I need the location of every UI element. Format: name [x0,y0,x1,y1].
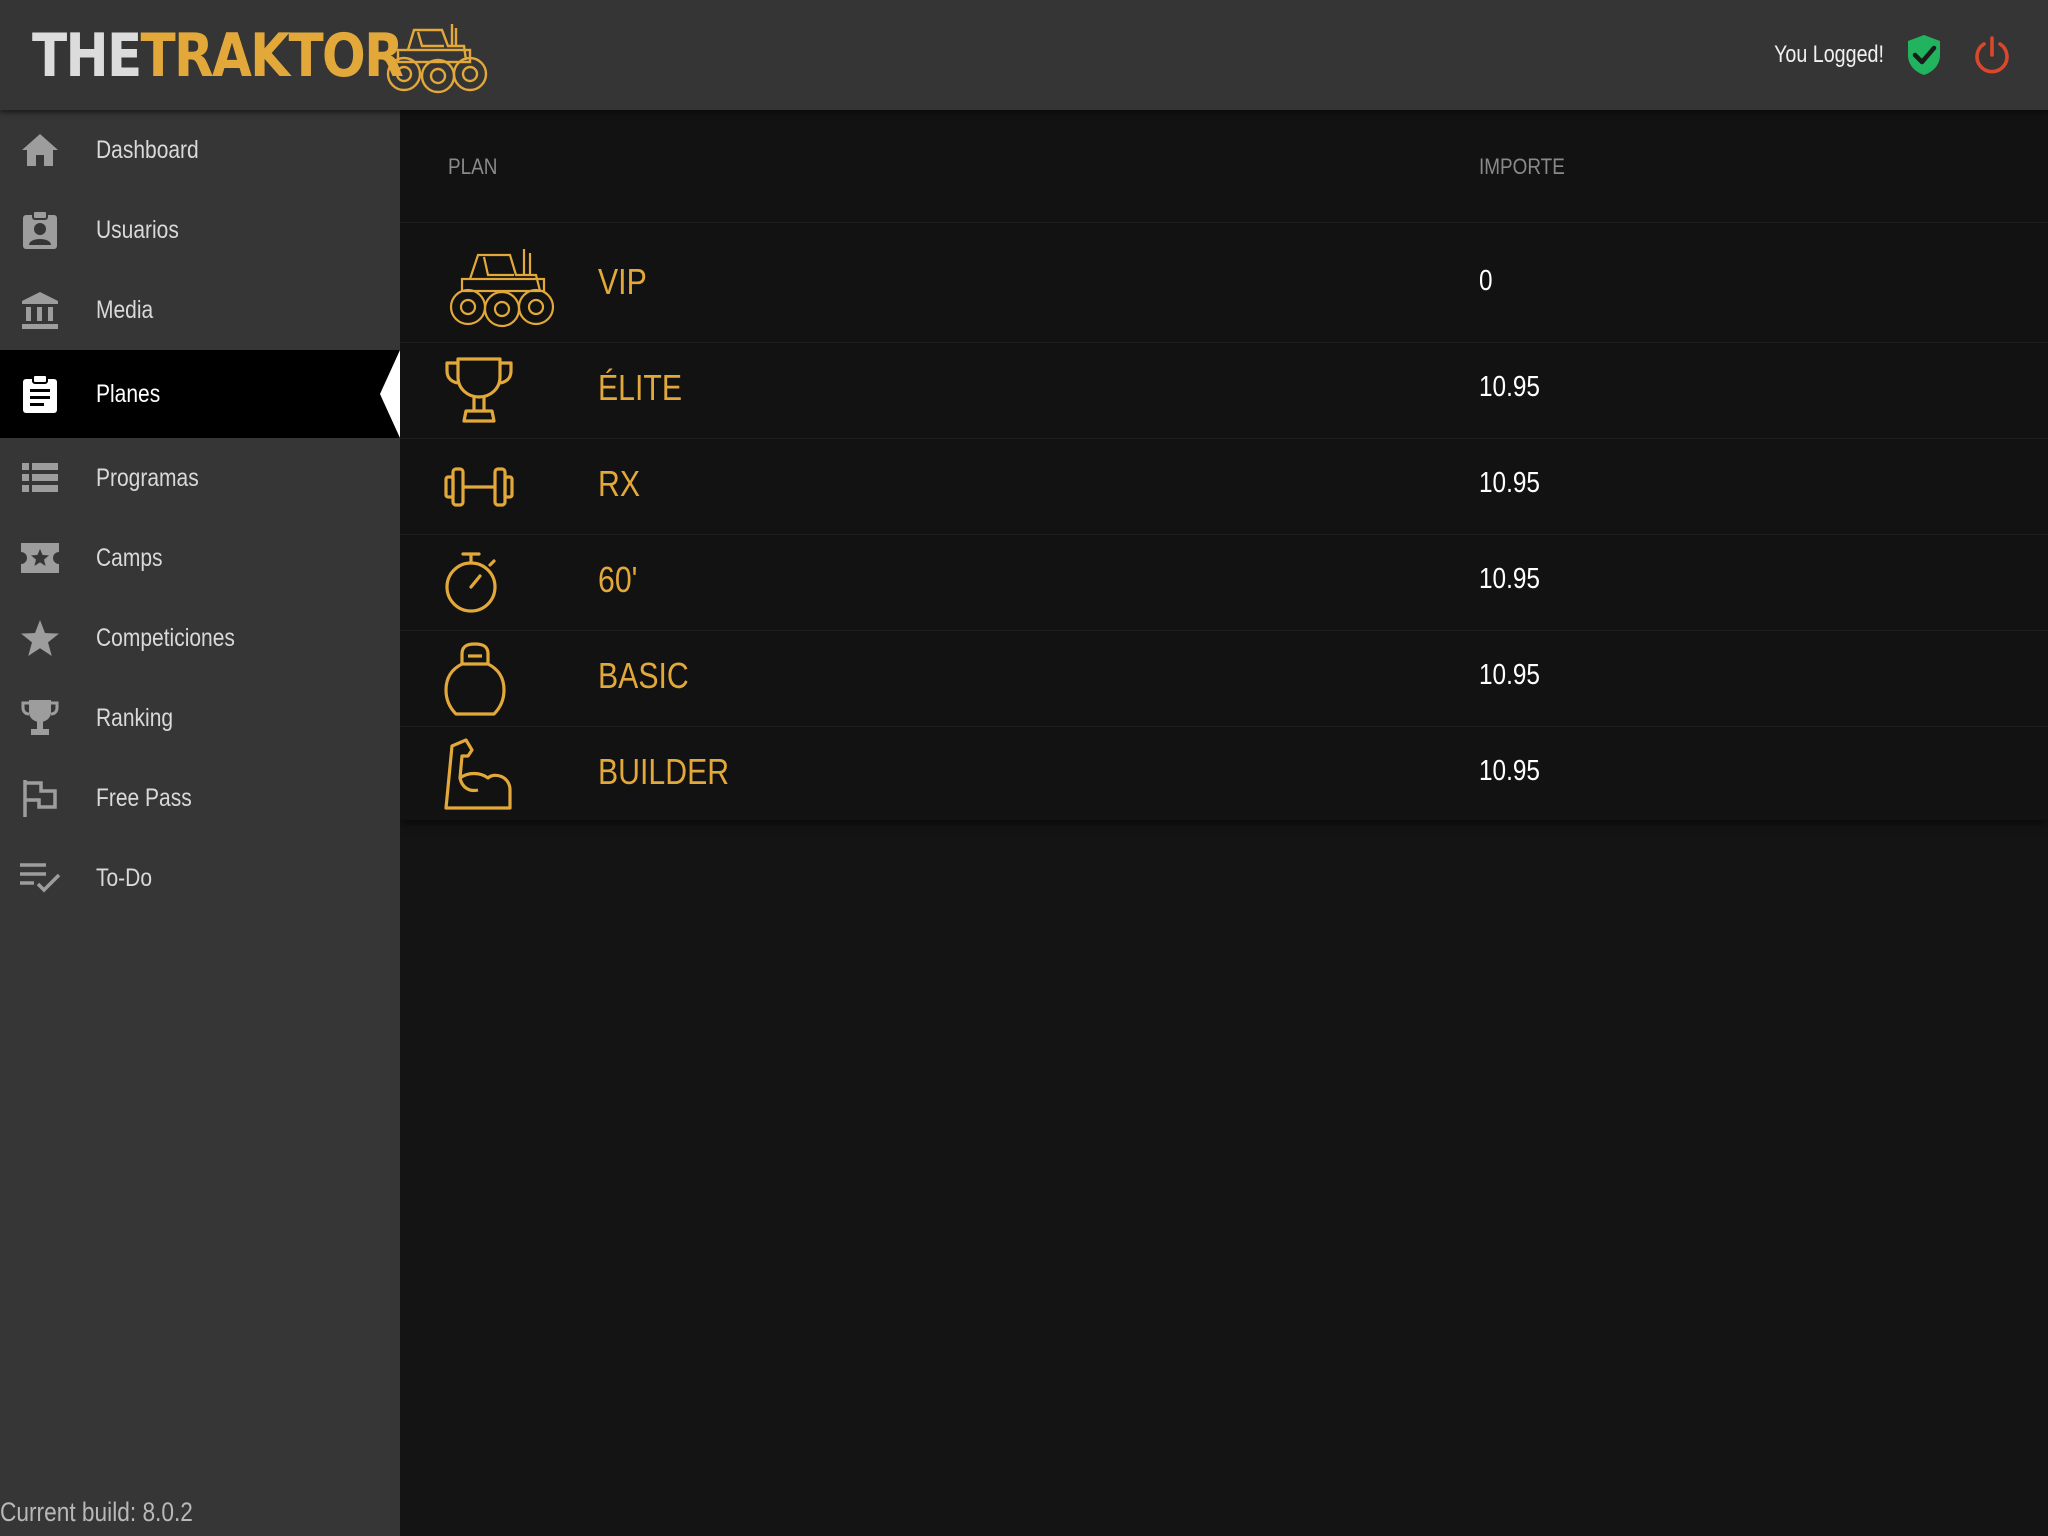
sidebar-item-label: Programas [96,463,199,492]
sidebar-item-free-pass[interactable]: Free Pass [0,758,400,838]
ticket-star-icon [18,536,62,580]
table-row[interactable]: BUILDER 10.95 [400,726,2048,821]
logo-the: THE [32,21,142,91]
plan-amount: 10.95 [1479,755,1540,787]
sidebar-item-label: Free Pass [96,783,192,812]
plan-amount: 10.95 [1479,467,1540,499]
home-icon [18,128,62,172]
logo-wordmark: THETRAKTOR [32,26,404,86]
star-icon [18,616,62,660]
list-icon [18,456,62,500]
sidebar-item-ranking[interactable]: Ranking [0,678,400,758]
stopwatch-icon [444,545,500,621]
plan-amount: 10.95 [1479,563,1540,595]
checklist-icon [18,856,62,900]
clipboard-icon [18,372,62,416]
power-icon[interactable] [1970,33,2014,77]
flag-icon [18,776,62,820]
flexed-arm-icon [444,735,514,815]
build-version: Current build: 8.0.2 [0,1497,193,1527]
main-content: PLAN IMPORTE VIP 0 ÉLITE 10.95 RX 10.95 … [400,110,2048,1536]
bank-icon [18,288,62,332]
table-row[interactable]: 60' 10.95 [400,534,2048,631]
sidebar-item-label: Dashboard [96,135,199,164]
shield-check-icon [1902,33,1946,77]
app-logo[interactable]: THETRAKTOR [32,18,488,94]
table-row[interactable]: RX 10.95 [400,438,2048,535]
sidebar-item-planes[interactable]: Planes [0,350,400,438]
plan-amount: 0 [1479,265,1493,297]
column-header-amount: IMPORTE [1479,154,1565,179]
sidebar-item-competiciones[interactable]: Competiciones [0,598,400,678]
sidebar-item-media[interactable]: Media [0,270,400,350]
logo-traktor: TRAKTOR [140,21,403,91]
sidebar-item-dashboard[interactable]: Dashboard [0,110,400,190]
plan-name: BASIC [598,655,689,696]
column-header-plan: PLAN [448,154,498,179]
sidebar-item-label: Ranking [96,703,174,732]
sidebar-item-to-do[interactable]: To-Do [0,838,400,918]
user-badge-icon [18,208,62,252]
sidebar-item-label: Camps [96,543,163,572]
sidebar: Dashboard Usuarios Media Planes Programa… [0,110,400,1536]
sidebar-item-programas[interactable]: Programas [0,438,400,518]
trophy-cup-icon [444,351,514,431]
table-row[interactable]: VIP 0 [400,222,2048,343]
plan-name: ÉLITE [598,367,683,408]
sidebar-item-camps[interactable]: Camps [0,518,400,598]
plan-name: BUILDER [598,751,730,792]
sidebar-item-label: Competiciones [96,623,235,652]
sidebar-item-label: Media [96,295,154,324]
sidebar-item-label: Planes [96,379,161,408]
trophy-icon [18,696,62,740]
plan-amount: 10.95 [1479,659,1540,691]
plan-amount: 10.95 [1479,371,1540,403]
plan-name: RX [598,463,641,504]
active-indicator [380,350,400,438]
tractor-logo-icon [386,24,488,94]
kettlebell-icon [444,639,506,719]
plan-name: 60' [598,559,638,600]
plan-name: VIP [598,261,647,302]
sidebar-item-label: To-Do [96,863,153,892]
dumbbell-icon [444,459,514,515]
table-row[interactable]: BASIC 10.95 [400,630,2048,727]
table-row[interactable]: ÉLITE 10.95 [400,342,2048,439]
logged-status-text: You Logged! [1774,41,1884,68]
user-status: You Logged! [1750,26,2014,84]
top-bar: THETRAKTOR You Logged! [0,0,2048,110]
tractor-icon [444,239,556,329]
sidebar-item-usuarios[interactable]: Usuarios [0,190,400,270]
plans-table: PLAN IMPORTE VIP 0 ÉLITE 10.95 RX 10.95 … [400,110,2048,820]
sidebar-item-label: Usuarios [96,215,179,244]
